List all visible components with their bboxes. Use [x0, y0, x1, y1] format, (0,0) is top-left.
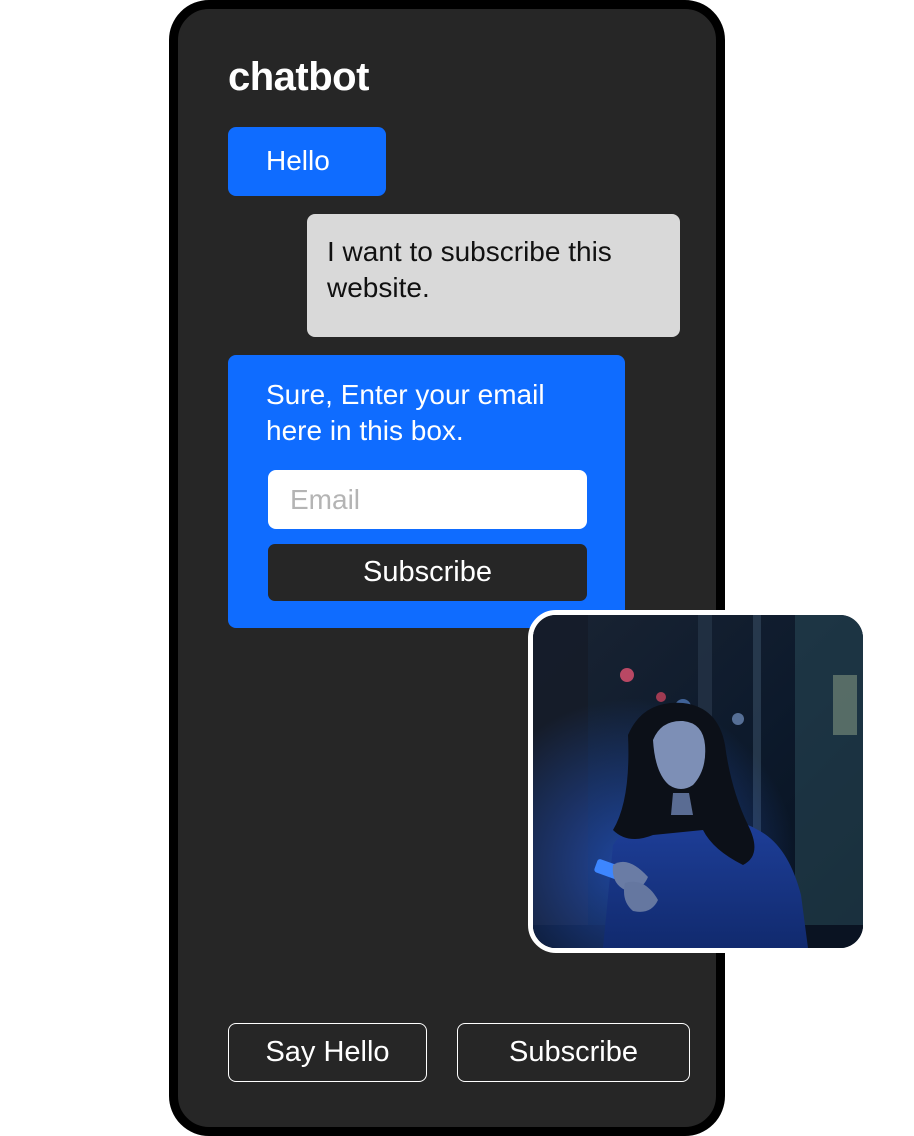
say-hello-button[interactable]: Say Hello — [228, 1023, 427, 1082]
email-field[interactable] — [268, 470, 587, 529]
bot-reply-text: Sure, Enter your email here in this box. — [266, 379, 545, 446]
person-with-phone-photo — [528, 610, 868, 953]
subscribe-quick-reply-button[interactable]: Subscribe — [457, 1023, 690, 1082]
subscribe-button[interactable]: Subscribe — [268, 544, 587, 601]
chat-bubble-greeting: Hello — [228, 127, 386, 196]
chat-bubble-user-request: I want to subscribe this website. — [307, 214, 680, 337]
canvas: chatbot Hello I want to subscribe this w… — [0, 0, 914, 1136]
chat-bubble-bot-reply: Sure, Enter your email here in this box.… — [228, 355, 625, 628]
app-title: chatbot — [228, 55, 369, 99]
photo-illustration — [533, 615, 863, 948]
